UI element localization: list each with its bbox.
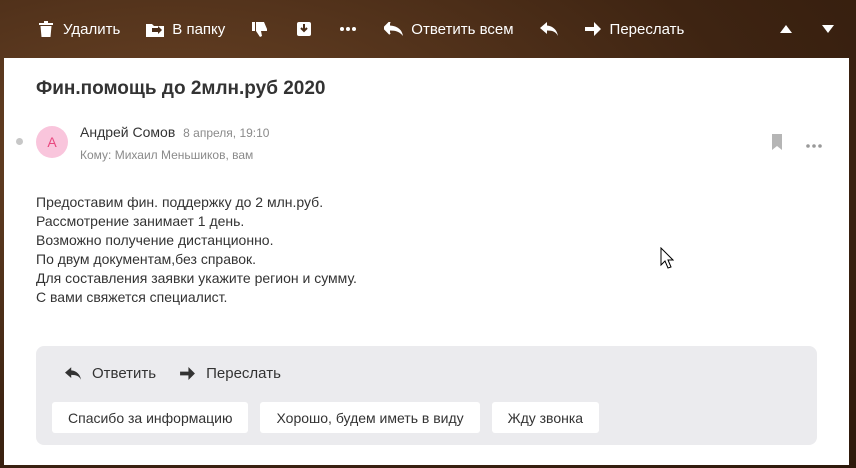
mouse-cursor-icon [660,246,675,269]
forward-icon [582,18,604,40]
quick-reply-label: Ответить [92,364,157,382]
ellipsis-icon [337,18,359,40]
delete-label: Удалить [63,20,121,38]
body-line: Возможно получение дистанционно. [36,232,274,248]
message-panel: Фин.помощь до 2млн.руб 2020 А Андрей Сом… [4,58,849,465]
delete-button[interactable]: Удалить [27,13,128,45]
more-actions-button[interactable] [329,13,367,45]
avatar[interactable]: А [36,126,68,158]
previous-message-button[interactable] [776,13,796,45]
spam-button[interactable] [241,13,279,45]
toolbar: Удалить В папку Ответить всем Переслать [0,0,856,58]
body-line: По двум документам,без справок. [36,251,257,267]
thumbs-down-icon [249,18,271,40]
reply-button[interactable] [530,13,568,45]
move-to-folder-label: В папку [172,20,226,38]
smart-replies: Спасибо за информацию Хорошо, будем имет… [52,402,600,433]
message-more-button[interactable] [806,135,826,148]
recipients[interactable]: Кому: Михаил Меньшиков, вам [80,148,253,162]
forward-label: Переслать [609,20,685,38]
smart-reply-button[interactable]: Жду звонка [491,402,600,433]
reply-actions: Ответить Переслать [62,362,281,384]
move-to-folder-button[interactable]: В папку [136,13,233,45]
body-line: Для составления заявки укажите регион и … [36,270,357,286]
ellipsis-icon [806,135,822,152]
avatar-letter: А [47,134,57,150]
trash-icon [35,18,57,40]
reply-icon [538,18,560,40]
body-line: С вами свяжется специалист. [36,289,228,305]
triangle-down-icon [822,20,834,38]
quick-reply-box: Ответить Переслать Спасибо за информацию… [36,346,817,445]
archive-button[interactable] [285,13,323,45]
message-date: 8 апреля, 19:10 [183,126,270,140]
quick-forward-button[interactable]: Переслать [176,362,281,384]
archive-icon [293,18,315,40]
forward-button[interactable]: Переслать [574,13,693,45]
message-body: Предоставим фин. поддержку до 2 млн.руб.… [36,193,357,307]
quick-forward-label: Переслать [206,364,281,382]
reply-all-icon [383,18,405,40]
smart-reply-button[interactable]: Спасибо за информацию [52,402,249,433]
message-navigation [776,13,838,45]
sender-name[interactable]: Андрей Сомов [80,124,175,140]
smart-reply-button[interactable]: Хорошо, будем иметь в виду [260,402,480,433]
read-status-dot[interactable] [16,138,23,145]
body-line: Предоставим фин. поддержку до 2 млн.руб. [36,194,324,210]
reply-icon [62,362,84,384]
forward-icon [176,362,198,384]
sender-line: Андрей Сомов 8 апреля, 19:10 [80,124,269,140]
bookmark-button[interactable] [771,134,785,150]
bookmark-icon [771,134,783,154]
message-subject: Фин.помощь до 2млн.руб 2020 [36,78,326,99]
reply-all-label: Ответить всем [411,20,514,38]
next-message-button[interactable] [818,13,838,45]
triangle-up-icon [780,20,792,38]
move-to-folder-icon [144,18,166,40]
quick-reply-button[interactable]: Ответить [62,362,156,384]
reply-all-button[interactable]: Ответить всем [375,13,521,45]
body-line: Рассмотрение занимает 1 день. [36,213,245,229]
